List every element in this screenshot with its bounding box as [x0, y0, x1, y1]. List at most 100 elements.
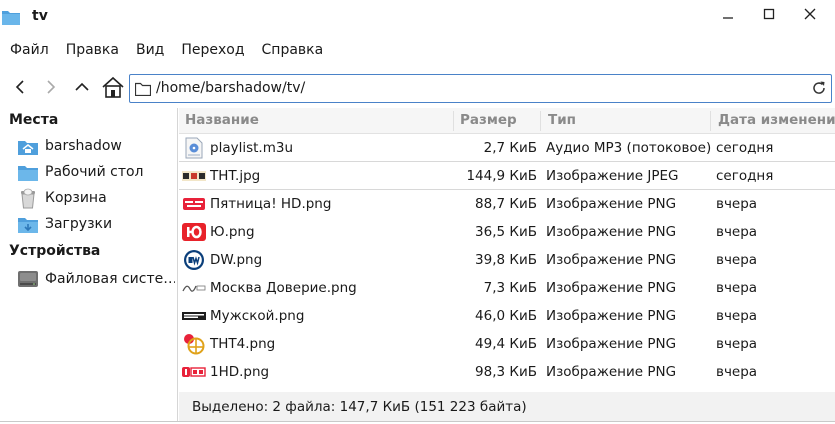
column-header-type[interactable]: Тип [548, 112, 576, 128]
file-name: DW.png [210, 252, 263, 268]
tnt4-logo-icon [182, 333, 206, 355]
file-type: Изображение PNG [546, 308, 677, 324]
folder-icon [2, 9, 20, 25]
menu-go[interactable]: Переход [171, 38, 251, 62]
moskva-doverie-logo-icon [182, 277, 206, 299]
sidebar-item-downloads[interactable]: Загрузки [17, 212, 175, 236]
menu-file[interactable]: Файл [0, 38, 56, 62]
sidebar-item-desktop[interactable]: Рабочий стол [17, 160, 175, 184]
file-size: 88,7 КиБ [475, 196, 537, 212]
places-heading: Места [9, 112, 59, 128]
file-row[interactable]: Пятница! HD.png 88,7 КиБ Изображение PNG… [179, 190, 835, 218]
up-button[interactable] [69, 76, 95, 102]
file-name: playlist.m3u [210, 140, 293, 156]
menu-help[interactable]: Справка [252, 38, 331, 62]
address-bar[interactable] [129, 74, 832, 103]
title-bar: tv [0, 0, 835, 34]
side-panel: Места barshadow Рабочий стол Корзина Заг… [0, 108, 178, 424]
sidebar-item-label: Рабочий стол [45, 164, 144, 180]
chevron-left-icon [14, 80, 26, 98]
file-size: 46,0 КиБ [475, 308, 537, 324]
drive-icon [17, 268, 39, 290]
home-icon [101, 76, 125, 102]
forward-button[interactable] [38, 76, 64, 102]
column-header-date[interactable]: Дата изменени [718, 112, 835, 128]
file-row[interactable]: Мужской.png 46,0 КиБ Изображение PNG вче… [179, 302, 835, 330]
maximize-button[interactable] [755, 4, 783, 28]
file-type: Изображение PNG [546, 224, 677, 240]
file-name: THT.jpg [210, 168, 261, 184]
menu-bar: Файл Правка Вид Переход Справка [0, 38, 330, 62]
pyatnica-logo-icon [182, 193, 206, 215]
file-name: THT4.png [210, 336, 276, 352]
window-title: tv [32, 8, 48, 24]
file-date: вчера [716, 252, 758, 268]
sidebar-item-home[interactable]: barshadow [17, 134, 175, 158]
minimize-icon [722, 8, 734, 24]
file-date: вчера [716, 280, 758, 296]
list-header: Название Размер Тип Дата изменени [179, 108, 835, 134]
file-size: 2,7 КиБ [483, 140, 537, 156]
reload-icon[interactable] [811, 80, 827, 100]
home-button[interactable] [100, 76, 126, 102]
file-row[interactable]: Ю.png 36,5 КиБ Изображение PNG вчера [179, 218, 835, 246]
devices-heading: Устройства [9, 243, 101, 259]
sidebar-item-filesystem[interactable]: Файловая систе… [17, 267, 175, 291]
menu-edit[interactable]: Правка [56, 38, 126, 62]
file-date: сегодня [716, 168, 774, 184]
file-size: 98,3 КиБ [475, 364, 537, 380]
file-list: Название Размер Тип Дата изменени playli… [179, 108, 835, 392]
file-row[interactable]: THT.jpg 144,9 КиБ Изображение JPEG сегод… [179, 162, 835, 190]
column-header-size[interactable]: Размер [460, 112, 517, 128]
file-name: 1HD.png [210, 364, 270, 380]
file-size: 7,3 КиБ [483, 280, 537, 296]
sidebar-item-label: barshadow [45, 138, 122, 154]
column-divider[interactable] [710, 111, 711, 131]
column-divider[interactable] [540, 111, 541, 131]
file-date: вчера [716, 364, 758, 380]
trash-icon [17, 187, 39, 209]
status-bar: Выделено: 2 файла: 147,7 КиБ (151 223 ба… [179, 392, 835, 422]
file-type: Изображение PNG [546, 252, 677, 268]
playlist-file-icon [182, 137, 206, 159]
dw-logo-icon [182, 249, 206, 271]
file-row[interactable]: Москва Доверие.png 7,3 КиБ Изображение P… [179, 274, 835, 302]
chevron-up-icon [75, 81, 89, 97]
sidebar-item-trash[interactable]: Корзина [17, 186, 175, 210]
file-row[interactable]: THT4.png 49,4 КиБ Изображение PNG вчера [179, 330, 835, 358]
file-name: Пятница! HD.png [210, 196, 332, 212]
1hd-logo-icon [182, 361, 206, 383]
file-size: 39,8 КиБ [475, 252, 537, 268]
back-button[interactable] [7, 76, 33, 102]
minimize-button[interactable] [714, 4, 742, 28]
home-folder-icon [17, 135, 39, 157]
file-date: вчера [716, 336, 758, 352]
panel-divider[interactable] [177, 108, 178, 422]
muzhskoy-logo-icon [182, 305, 206, 327]
sidebar-item-label: Загрузки [45, 216, 113, 232]
file-size: 36,5 КиБ [475, 224, 537, 240]
yu-logo-icon [182, 221, 206, 243]
selection-summary: Выделено: 2 файла: 147,7 КиБ (151 223 ба… [192, 399, 527, 415]
close-button[interactable] [796, 4, 824, 28]
file-row[interactable]: DW.png 39,8 КиБ Изображение PNG вчера [179, 246, 835, 274]
column-divider[interactable] [453, 111, 454, 131]
file-type: Изображение PNG [546, 196, 677, 212]
file-date: сегодня [716, 140, 774, 156]
file-type: Изображение PNG [546, 336, 677, 352]
menu-view[interactable]: Вид [126, 38, 171, 62]
chevron-right-icon [45, 80, 57, 98]
window-bottom-border [0, 421, 835, 422]
file-size: 144,9 КиБ [466, 168, 537, 184]
downloads-folder-icon [17, 213, 39, 235]
column-header-name[interactable]: Название [185, 112, 259, 128]
file-date: вчера [716, 196, 758, 212]
maximize-icon [763, 8, 775, 24]
tnt-logo-icon [182, 165, 206, 187]
path-input[interactable] [156, 80, 796, 96]
file-row[interactable]: 1HD.png 98,3 КиБ Изображение PNG вчера [179, 358, 835, 386]
desktop-folder-icon [17, 161, 39, 183]
close-icon [804, 8, 816, 24]
file-type: Аудио MP3 (потоковое) [546, 140, 712, 156]
file-row[interactable]: playlist.m3u 2,7 КиБ Аудио MP3 (потоково… [179, 134, 835, 162]
